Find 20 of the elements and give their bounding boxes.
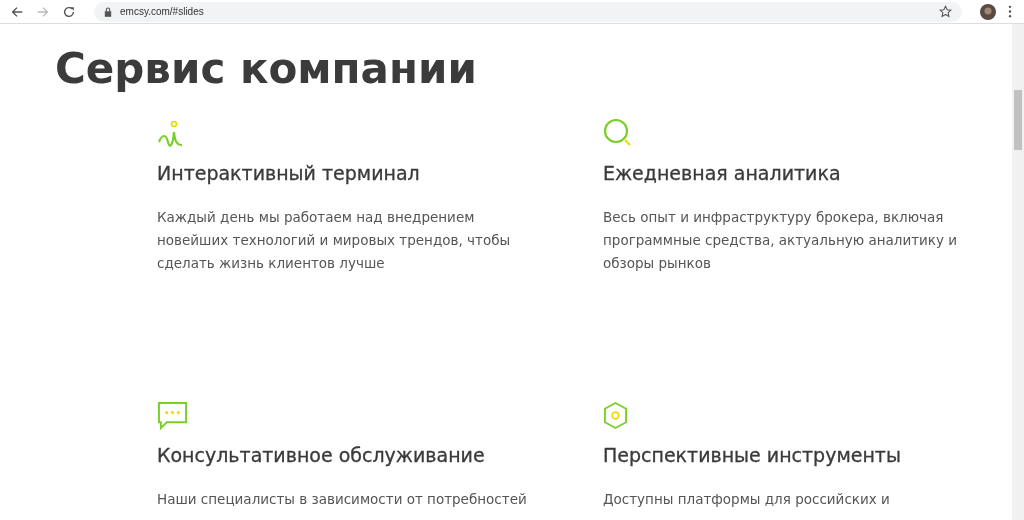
service-title: Интерактивный терминал <box>157 162 421 184</box>
star-icon[interactable] <box>939 5 952 18</box>
service-description: Доступны платформы для российских и <box>603 490 891 509</box>
reload-icon[interactable] <box>62 4 76 19</box>
service-description: Каждый день мы работаем над внедрением новейших технологий и мировых трендов, чтобы сделать жизнь клиентов лучше <box>157 208 512 273</box>
hexagon-icon <box>603 401 628 430</box>
service-description: Наши специалисты в зависимости от потребностей <box>157 490 528 509</box>
lock-icon <box>104 6 112 17</box>
search-icon <box>603 118 633 148</box>
back-icon[interactable] <box>10 4 24 19</box>
menu-icon[interactable] <box>1008 5 1012 18</box>
chat-bubble-icon <box>157 401 188 430</box>
service-title: Перспективные инструменты <box>603 444 902 466</box>
service-description: Весь опыт и инфраструктуру брокера, включая программные средства, актуальную аналитику и обзоры рынков <box>603 208 958 273</box>
service-title: Ежедневная аналитика <box>603 162 842 184</box>
page-title: Сервис компании <box>55 43 478 95</box>
address-bar[interactable]: emcsy.com/#slides <box>94 1 962 22</box>
avatar-icon[interactable] <box>980 3 996 20</box>
service-title: Консультативное обслуживание <box>157 444 486 466</box>
scrollbar[interactable] <box>1012 24 1024 520</box>
